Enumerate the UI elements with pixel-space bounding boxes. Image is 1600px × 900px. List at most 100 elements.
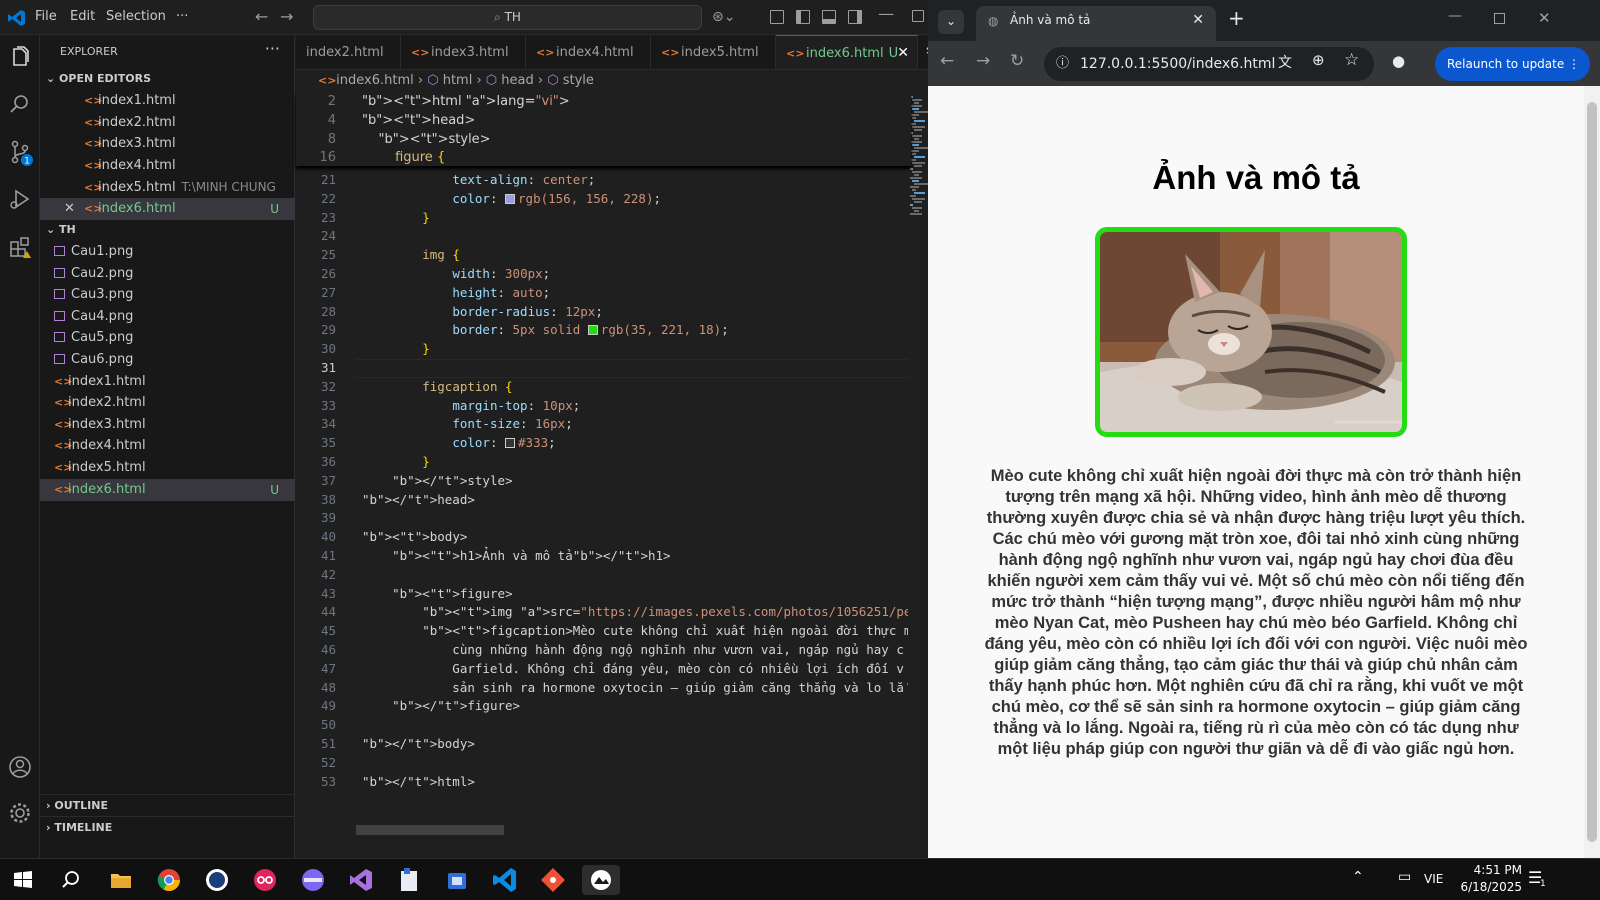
maximize-icon[interactable]: [912, 10, 924, 22]
code-line[interactable]: }: [362, 341, 430, 356]
open-editor-item[interactable]: ✕ <>index6.html U: [40, 198, 295, 220]
code-line[interactable]: width: 300px;: [362, 266, 550, 281]
relaunch-button[interactable]: Relaunch to update ⋮: [1435, 47, 1590, 81]
zoom-icon[interactable]: ⊕: [1312, 51, 1325, 69]
code-line[interactable]: "b"><"t">h1>Ảnh và mô tả"b"></"t">h1>: [362, 548, 670, 563]
code-line[interactable]: "b"></"t">body>: [362, 736, 475, 751]
vscode-taskbar-icon[interactable]: [490, 865, 520, 895]
extensions-icon[interactable]: [6, 233, 34, 261]
code-line[interactable]: }: [362, 454, 430, 469]
code-line[interactable]: border: 5px solid rgb(35, 221, 18);: [362, 322, 728, 337]
source-control-icon[interactable]: 1: [6, 138, 34, 166]
git-icon[interactable]: [538, 865, 568, 895]
account-icon[interactable]: [6, 753, 34, 781]
minimap[interactable]: [908, 92, 928, 852]
editor-tab-index2[interactable]: index2.html: [296, 35, 401, 69]
code-line[interactable]: "b"><"t">body>: [362, 529, 467, 544]
minimize-icon[interactable]: —: [1448, 8, 1462, 24]
open-editor-item[interactable]: <>index2.html: [40, 112, 295, 134]
code-line[interactable]: border-radius: 12px;: [362, 304, 603, 319]
open-editor-item[interactable]: <>index5.html T:\MINH CHUNG: [40, 176, 295, 198]
open-editor-item[interactable]: <>index3.html: [40, 133, 295, 155]
code-line[interactable]: figure {: [362, 150, 445, 165]
code-line[interactable]: img {: [362, 247, 460, 262]
open-editor-item[interactable]: <>index1.html: [40, 90, 295, 112]
code-line[interactable]: margin-top: 10px;: [362, 398, 580, 413]
code-line[interactable]: "b"></"t">html>: [362, 774, 475, 789]
app-icon-document[interactable]: [394, 865, 424, 895]
new-tab-icon[interactable]: +: [1228, 6, 1245, 30]
menu-selection[interactable]: Selection: [106, 9, 166, 24]
code-line[interactable]: text-align: center;: [362, 172, 595, 187]
file-tree-item[interactable]: <>index1.html: [40, 371, 295, 393]
breadcrumb-html[interactable]: html: [443, 73, 473, 88]
code-line[interactable]: "b"></"t">style>: [362, 473, 512, 488]
breadcrumb-style[interactable]: style: [563, 73, 594, 88]
close-window-icon[interactable]: ✕: [1538, 9, 1551, 27]
file-tree-item[interactable]: <>index2.html: [40, 392, 295, 414]
menu-file[interactable]: File: [35, 9, 57, 24]
network-icon[interactable]: ▭: [1398, 869, 1411, 885]
explorer-more-icon[interactable]: ···: [265, 39, 280, 58]
windows-start-icon[interactable]: [8, 865, 38, 895]
file-explorer-icon[interactable]: [106, 865, 136, 895]
file-tree-item[interactable]: Cau2.png: [40, 263, 295, 285]
code-line[interactable]: }: [362, 210, 430, 225]
minimize-icon[interactable]: —: [878, 4, 894, 23]
copilot-icon[interactable]: ⊛⌄: [712, 9, 735, 25]
settings-gear-icon[interactable]: [6, 799, 34, 827]
code-line[interactable]: figcaption {: [362, 379, 512, 394]
code-line[interactable]: color: #333;: [362, 435, 555, 450]
code-editor[interactable]: 21 text-align: center; 22 color: rgb(156,…: [296, 92, 911, 852]
command-center-search[interactable]: ⌕ TH: [313, 5, 702, 30]
scrollbar-thumb[interactable]: [1587, 102, 1597, 842]
timeline-section[interactable]: › TIMELINE: [40, 816, 295, 838]
file-tree-item[interactable]: <>index5.html: [40, 457, 295, 479]
close-icon[interactable]: ✕: [64, 198, 84, 220]
close-tab-icon[interactable]: ✕: [1192, 6, 1204, 34]
code-line[interactable]: "b"></"t">figure>: [362, 698, 520, 713]
file-tree-item[interactable]: <>index3.html: [40, 414, 295, 436]
tab-search-icon[interactable]: ⌄: [938, 10, 964, 34]
reload-icon[interactable]: ↻: [1010, 51, 1024, 71]
language-indicator[interactable]: VIE: [1424, 872, 1443, 886]
file-tree-item[interactable]: Cau6.png: [40, 349, 295, 371]
app-icon-store[interactable]: [442, 865, 472, 895]
code-line[interactable]: Garfield. Không chỉ đáng yêu, mèo còn có…: [362, 661, 904, 676]
app-icon-red-circle[interactable]: [250, 865, 280, 895]
menu-edit[interactable]: Edit: [70, 9, 95, 24]
code-line[interactable]: color: rgb(156, 156, 228);: [362, 191, 661, 206]
app-icon-snip[interactable]: [582, 865, 620, 895]
search-icon[interactable]: [6, 90, 34, 118]
code-line[interactable]: "b"><"t">figcaption>Mèo cute không chỉ x…: [362, 623, 911, 638]
code-line[interactable]: height: auto;: [362, 285, 550, 300]
code-line[interactable]: "b"><"t">style>: [362, 132, 491, 147]
translate-icon[interactable]: 文: [1278, 52, 1292, 72]
code-line[interactable]: sản sinh ra hormone oxytocin – giúp giảm…: [362, 680, 904, 695]
file-tree-item[interactable]: <>index4.html: [40, 435, 295, 457]
code-line[interactable]: cùng những hành động ngộ nghĩnh như vươn…: [362, 642, 904, 657]
browser-tab[interactable]: ◍ Ảnh và mô tả ✕: [976, 6, 1216, 41]
editor-tab-index5[interactable]: <> index5.html: [651, 35, 776, 69]
code-line[interactable]: "b"><"t">figure>: [362, 586, 512, 601]
toggle-sidebar-icon[interactable]: [796, 10, 810, 24]
code-line[interactable]: "b"><"t">html "a">lang="vi">: [362, 94, 570, 109]
breadcrumb-file[interactable]: index6.html: [336, 73, 414, 88]
bookmark-star-icon[interactable]: ☆: [1344, 50, 1359, 70]
editor-tab-index6[interactable]: <> index6.html U ✕: [776, 35, 918, 69]
app-icon-purple-disc[interactable]: [298, 865, 328, 895]
clock[interactable]: 4:51 PM 6/18/2025: [1452, 863, 1522, 894]
page-scrollbar[interactable]: [1584, 86, 1600, 858]
folder-section-th[interactable]: ⌄ TH: [40, 219, 295, 241]
explorer-icon[interactable]: [6, 43, 34, 71]
site-info-icon[interactable]: ⓘ: [1056, 47, 1069, 81]
app-icon-blue-circle[interactable]: [202, 865, 232, 895]
code-line[interactable]: "b"><"t">head>: [362, 113, 475, 128]
layout-icon[interactable]: [770, 10, 784, 24]
visual-studio-icon[interactable]: [346, 865, 376, 895]
forward-arrow-icon[interactable]: →: [280, 7, 293, 26]
search-icon[interactable]: [56, 865, 86, 895]
breadcrumb-head[interactable]: head: [501, 73, 533, 88]
maximize-icon[interactable]: [1494, 13, 1505, 24]
file-tree-item[interactable]: Cau5.png: [40, 327, 295, 349]
